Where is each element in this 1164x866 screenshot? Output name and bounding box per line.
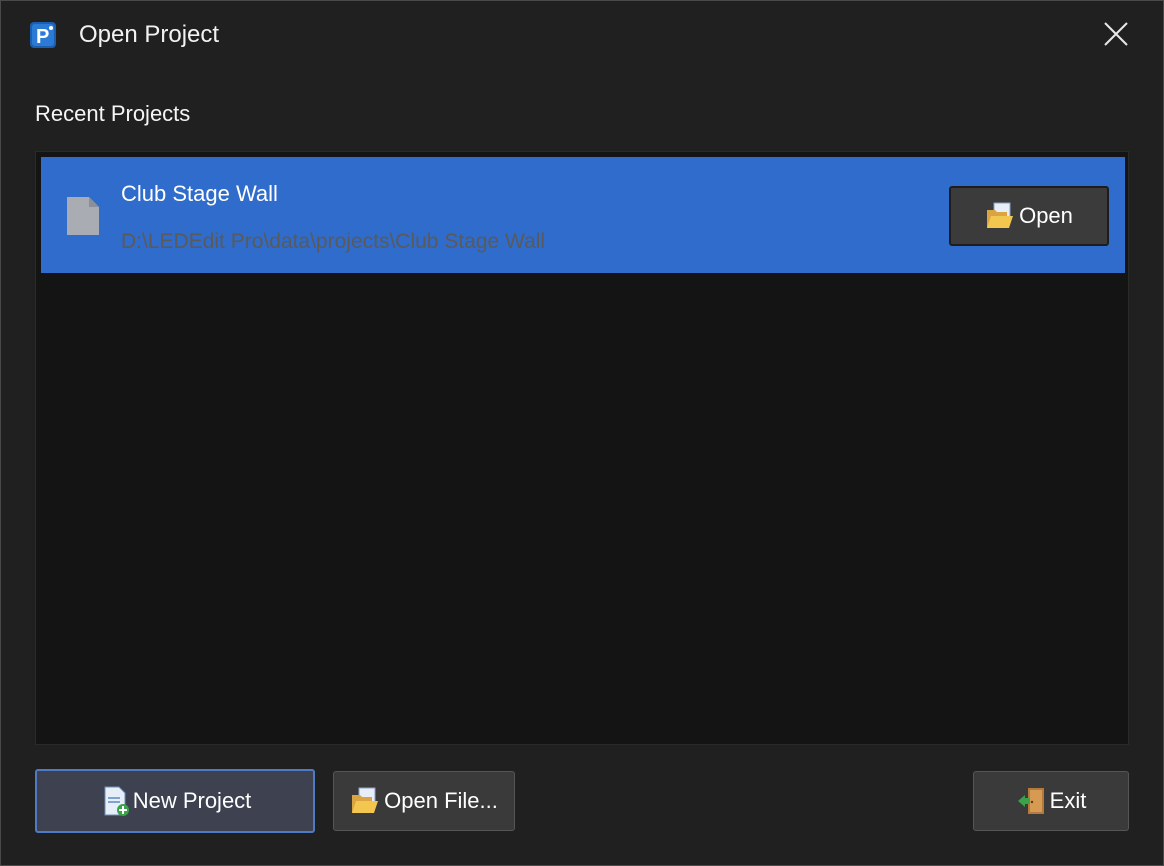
project-row[interactable]: Club Stage Wall D:\LEDEdit Pro\data\proj…	[41, 157, 1125, 273]
window-title: Open Project	[79, 21, 220, 48]
new-project-label: New Project	[132, 788, 252, 813]
file-icon	[67, 197, 99, 235]
project-path: D:\LEDEdit Pro\data\projects\Club Stage …	[121, 230, 546, 253]
open-project-label: Open	[1019, 203, 1073, 228]
open-project-button[interactable]: Open	[949, 186, 1109, 246]
new-document-icon	[104, 786, 129, 816]
svg-text:P: P	[36, 26, 49, 48]
close-icon	[1104, 22, 1128, 46]
project-name: Club Stage Wall	[121, 181, 278, 206]
open-file-button[interactable]: Open File...	[333, 771, 515, 831]
close-button[interactable]	[1093, 11, 1139, 57]
recent-projects-label: Recent Projects	[35, 101, 191, 126]
app-logo-icon: P	[30, 22, 56, 48]
title-bar: P Open Project	[1, 1, 1163, 69]
open-folder-icon	[987, 202, 1014, 228]
new-project-button[interactable]: New Project	[35, 769, 315, 833]
open-folder-icon	[352, 787, 379, 813]
open-project-dialog: P Open Project Recent Projects Club Stag…	[0, 0, 1164, 866]
exit-door-icon	[1017, 788, 1044, 814]
recent-projects-list[interactable]: Club Stage Wall D:\LEDEdit Pro\data\proj…	[35, 151, 1129, 745]
open-file-label: Open File...	[384, 788, 498, 813]
exit-label: Exit	[1049, 788, 1087, 813]
exit-button[interactable]: Exit	[973, 771, 1129, 831]
